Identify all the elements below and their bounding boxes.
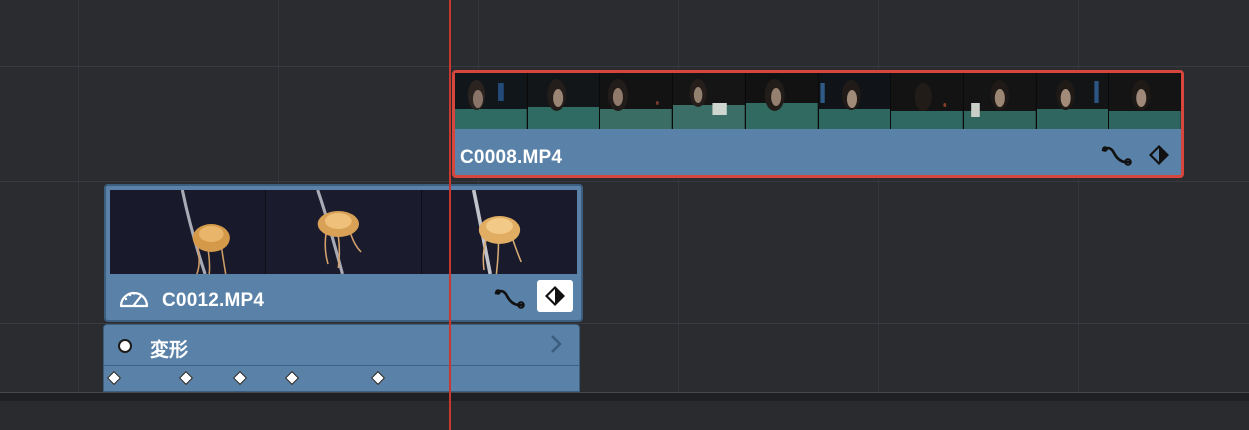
clip-c0012[interactable]: C0012.MP4 xyxy=(104,184,583,322)
video-frame xyxy=(891,73,964,129)
clip-thumbnail-strip xyxy=(110,190,577,274)
keyframe-marker[interactable] xyxy=(178,370,194,386)
video-frame xyxy=(1109,73,1181,129)
lane-toggle-dot[interactable] xyxy=(118,339,132,353)
keyframe-marker[interactable] xyxy=(232,370,248,386)
video-frame xyxy=(818,73,892,129)
video-frame xyxy=(110,190,266,274)
keyframe-marker[interactable] xyxy=(370,370,386,386)
clip-name: C0012.MP4 xyxy=(162,290,265,311)
curve-icon[interactable] xyxy=(1099,139,1135,171)
curve-icon[interactable] xyxy=(492,282,528,314)
video-frame xyxy=(527,73,601,129)
grid-line xyxy=(1078,0,1079,392)
grid-line xyxy=(678,0,679,392)
video-frame xyxy=(266,190,422,274)
keyframe-marker[interactable] xyxy=(284,370,300,386)
video-frame xyxy=(1036,73,1110,129)
chevron-right-icon[interactable] xyxy=(549,333,563,361)
clip-thumbnail-strip xyxy=(455,73,1181,129)
video-frame xyxy=(422,190,577,274)
lower-track-area xyxy=(0,401,1249,430)
grid-line xyxy=(878,0,879,392)
grid-line xyxy=(78,0,79,392)
keyframe-lane-transform[interactable]: 変形 xyxy=(103,324,580,392)
track-divider xyxy=(0,181,1249,182)
video-frame xyxy=(745,73,819,129)
timeline[interactable]: C0008.MP4 C0012.MP4 変形 xyxy=(0,0,1249,430)
video-frame xyxy=(673,73,746,129)
video-frame xyxy=(455,73,528,129)
keyframe-diamond-icon[interactable] xyxy=(537,280,573,312)
keyframe-diamond-icon[interactable] xyxy=(1141,139,1177,171)
playhead[interactable] xyxy=(449,0,451,430)
keyframe-marker[interactable] xyxy=(106,370,122,386)
track-divider xyxy=(0,66,1249,67)
lane-divider xyxy=(104,365,579,366)
keyframe-lane-label: 変形 xyxy=(150,340,189,361)
clip-name: C0008.MP4 xyxy=(460,147,563,168)
clip-c0008[interactable]: C0008.MP4 xyxy=(452,70,1184,178)
video-frame xyxy=(963,73,1037,129)
speedometer-icon[interactable] xyxy=(116,284,152,312)
video-frame xyxy=(600,73,674,129)
